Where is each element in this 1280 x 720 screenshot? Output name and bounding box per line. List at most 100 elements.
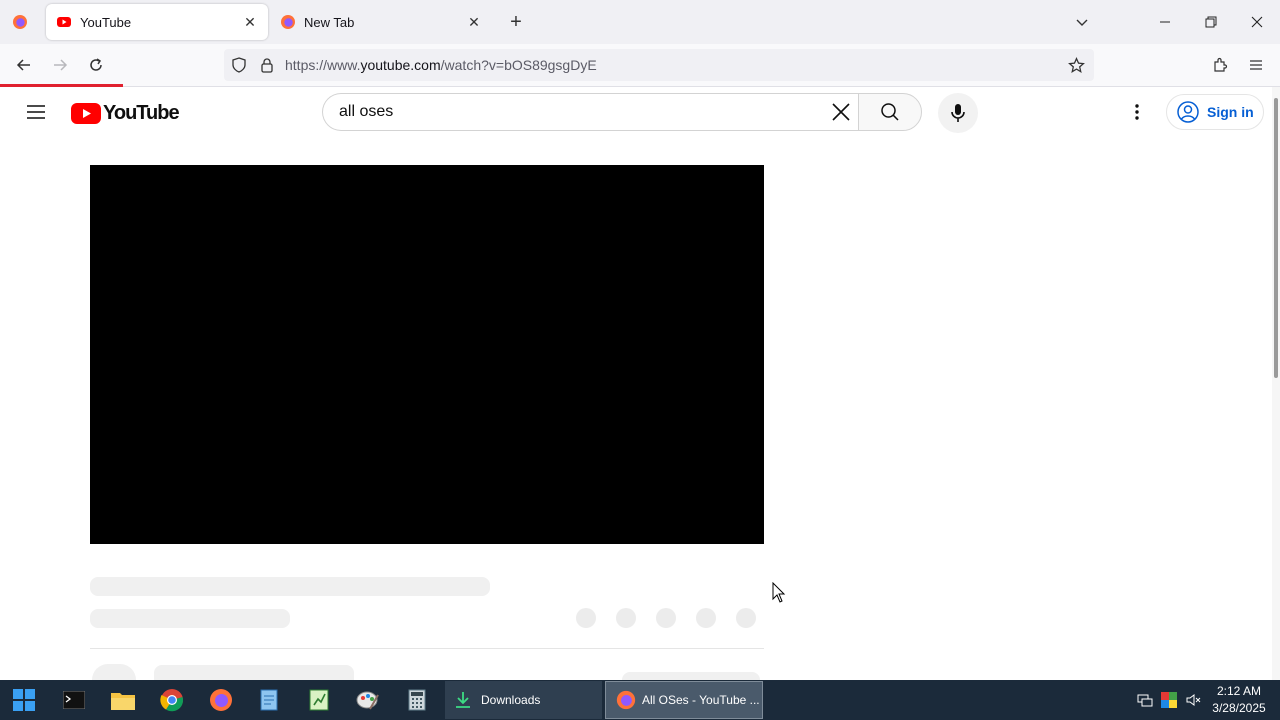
avatar-placeholder [92, 664, 136, 680]
download-arrow-icon [456, 692, 470, 708]
account-circle-icon [1177, 101, 1199, 123]
windows-taskbar: Downloads All OSes - YouTube ... 2:12 AM… [0, 680, 1280, 720]
firefox-favicon-icon [281, 15, 295, 29]
close-icon [1251, 16, 1263, 28]
title-placeholder [90, 577, 490, 596]
list-tabs-button[interactable] [1068, 8, 1096, 36]
microphone-icon [951, 104, 965, 122]
calculator-icon [408, 689, 426, 711]
browser-tab-bar: YouTube ✕ New Tab ✕ + [0, 0, 1280, 44]
taskbar-notepad[interactable] [250, 684, 290, 716]
hamburger-menu-icon [27, 105, 45, 119]
task-label: Downloads [481, 693, 541, 707]
windows-logo-icon [13, 689, 35, 711]
divider [90, 648, 764, 649]
paint-palette-icon [356, 691, 379, 710]
tab-youtube[interactable]: YouTube ✕ [46, 4, 268, 40]
speaker-muted-icon [1186, 694, 1201, 706]
task-label: All OSes - YouTube ... [642, 693, 760, 707]
search-icon [881, 103, 899, 121]
lock-icon[interactable] [259, 57, 275, 73]
youtube-logo[interactable]: YouTube [71, 101, 180, 125]
address-bar[interactable]: https://www.youtube.com/watch?v=bOS89gsg… [224, 49, 1094, 81]
channel-placeholder [90, 609, 290, 628]
extensions-button[interactable] [1204, 50, 1236, 80]
video-player[interactable] [90, 165, 764, 544]
action-placeholder [696, 608, 716, 628]
tab-title: YouTube [80, 14, 132, 30]
taskbar-spreadsheet[interactable] [299, 684, 339, 716]
action-placeholder [656, 608, 676, 628]
taskbar-task-firefox[interactable]: All OSes - YouTube ... [605, 681, 763, 719]
mouse-cursor-icon [772, 582, 786, 603]
close-tab-icon[interactable]: ✕ [466, 14, 482, 30]
notepad-icon [260, 689, 278, 711]
youtube-favicon-icon [57, 17, 71, 27]
taskbar-firefox[interactable] [201, 684, 241, 716]
guide-menu-button[interactable] [20, 96, 52, 128]
app-menu-button[interactable] [1240, 50, 1272, 80]
minimize-button[interactable] [1142, 0, 1188, 44]
action-placeholder [576, 608, 596, 628]
reload-icon [90, 58, 102, 71]
tracking-protection-shield-icon[interactable] [231, 57, 247, 73]
search-box[interactable]: all oses [322, 93, 858, 131]
plus-icon: + [510, 10, 522, 33]
start-button[interactable] [4, 684, 44, 716]
taskbar-calculator[interactable] [397, 684, 437, 716]
taskbar-task-downloads[interactable]: Downloads [445, 681, 602, 719]
taskbar-paint[interactable] [348, 684, 388, 716]
arrow-left-icon [16, 59, 30, 71]
action-placeholder [616, 608, 636, 628]
action-placeholder [736, 608, 756, 628]
terminal-icon [63, 691, 85, 709]
firefox-icon [616, 690, 636, 710]
minimize-icon [1160, 21, 1170, 23]
clock-time: 2:12 AM [1216, 684, 1262, 698]
tab-new-tab[interactable]: New Tab ✕ [270, 4, 492, 40]
tray-color-icon[interactable] [1161, 692, 1177, 708]
sign-in-button[interactable]: Sign in [1166, 94, 1264, 130]
restore-icon [1205, 16, 1217, 28]
reload-button[interactable] [80, 50, 112, 80]
puzzle-piece-icon [1214, 57, 1228, 72]
forward-button[interactable] [44, 50, 76, 80]
more-vertical-icon [1135, 104, 1139, 120]
taskbar-chrome[interactable] [152, 684, 192, 716]
hamburger-menu-icon [1250, 60, 1262, 70]
tray-volume-icon[interactable] [1185, 692, 1201, 708]
firefox-icon [13, 15, 27, 29]
back-button[interactable] [8, 50, 40, 80]
firefox-view-button[interactable] [6, 8, 34, 36]
arrow-right-icon [54, 59, 68, 71]
youtube-logo-text: YouTube [103, 101, 180, 124]
sign-in-label: Sign in [1207, 104, 1254, 120]
spreadsheet-icon [309, 689, 329, 711]
taskbar-clock[interactable]: 2:12 AM 3/28/2025 [1208, 683, 1270, 717]
firefox-icon [210, 689, 232, 711]
youtube-masthead: YouTube all oses Sign in [0, 87, 1272, 143]
star-bookmark-icon[interactable] [1068, 57, 1085, 74]
scrollbar-thumb[interactable] [1274, 98, 1278, 378]
voice-search-button[interactable] [938, 93, 978, 133]
folder-icon [111, 693, 135, 710]
chevron-down-icon [1076, 19, 1088, 26]
close-window-button[interactable] [1234, 0, 1280, 44]
clock-date: 3/28/2025 [1212, 701, 1266, 715]
network-icon [1137, 694, 1153, 707]
search-button[interactable] [858, 93, 922, 131]
close-tab-icon[interactable]: ✕ [242, 14, 258, 30]
url-text: https://www.youtube.com/watch?v=bOS89gsg… [285, 57, 597, 73]
settings-more-button[interactable] [1124, 96, 1150, 128]
search-input[interactable]: all oses [339, 103, 393, 121]
taskbar-file-explorer[interactable] [103, 684, 143, 716]
new-tab-button[interactable]: + [502, 8, 530, 36]
clear-search-icon[interactable] [831, 102, 851, 122]
channel-name-placeholder [154, 665, 354, 680]
browser-nav-bar: https://www.youtube.com/watch?v=bOS89gsg… [0, 44, 1280, 87]
youtube-logo-icon [71, 102, 101, 124]
restore-button[interactable] [1188, 0, 1234, 44]
display-color-icon [1161, 692, 1177, 708]
tray-network-icon[interactable] [1137, 692, 1153, 708]
taskbar-terminal[interactable] [54, 684, 94, 716]
